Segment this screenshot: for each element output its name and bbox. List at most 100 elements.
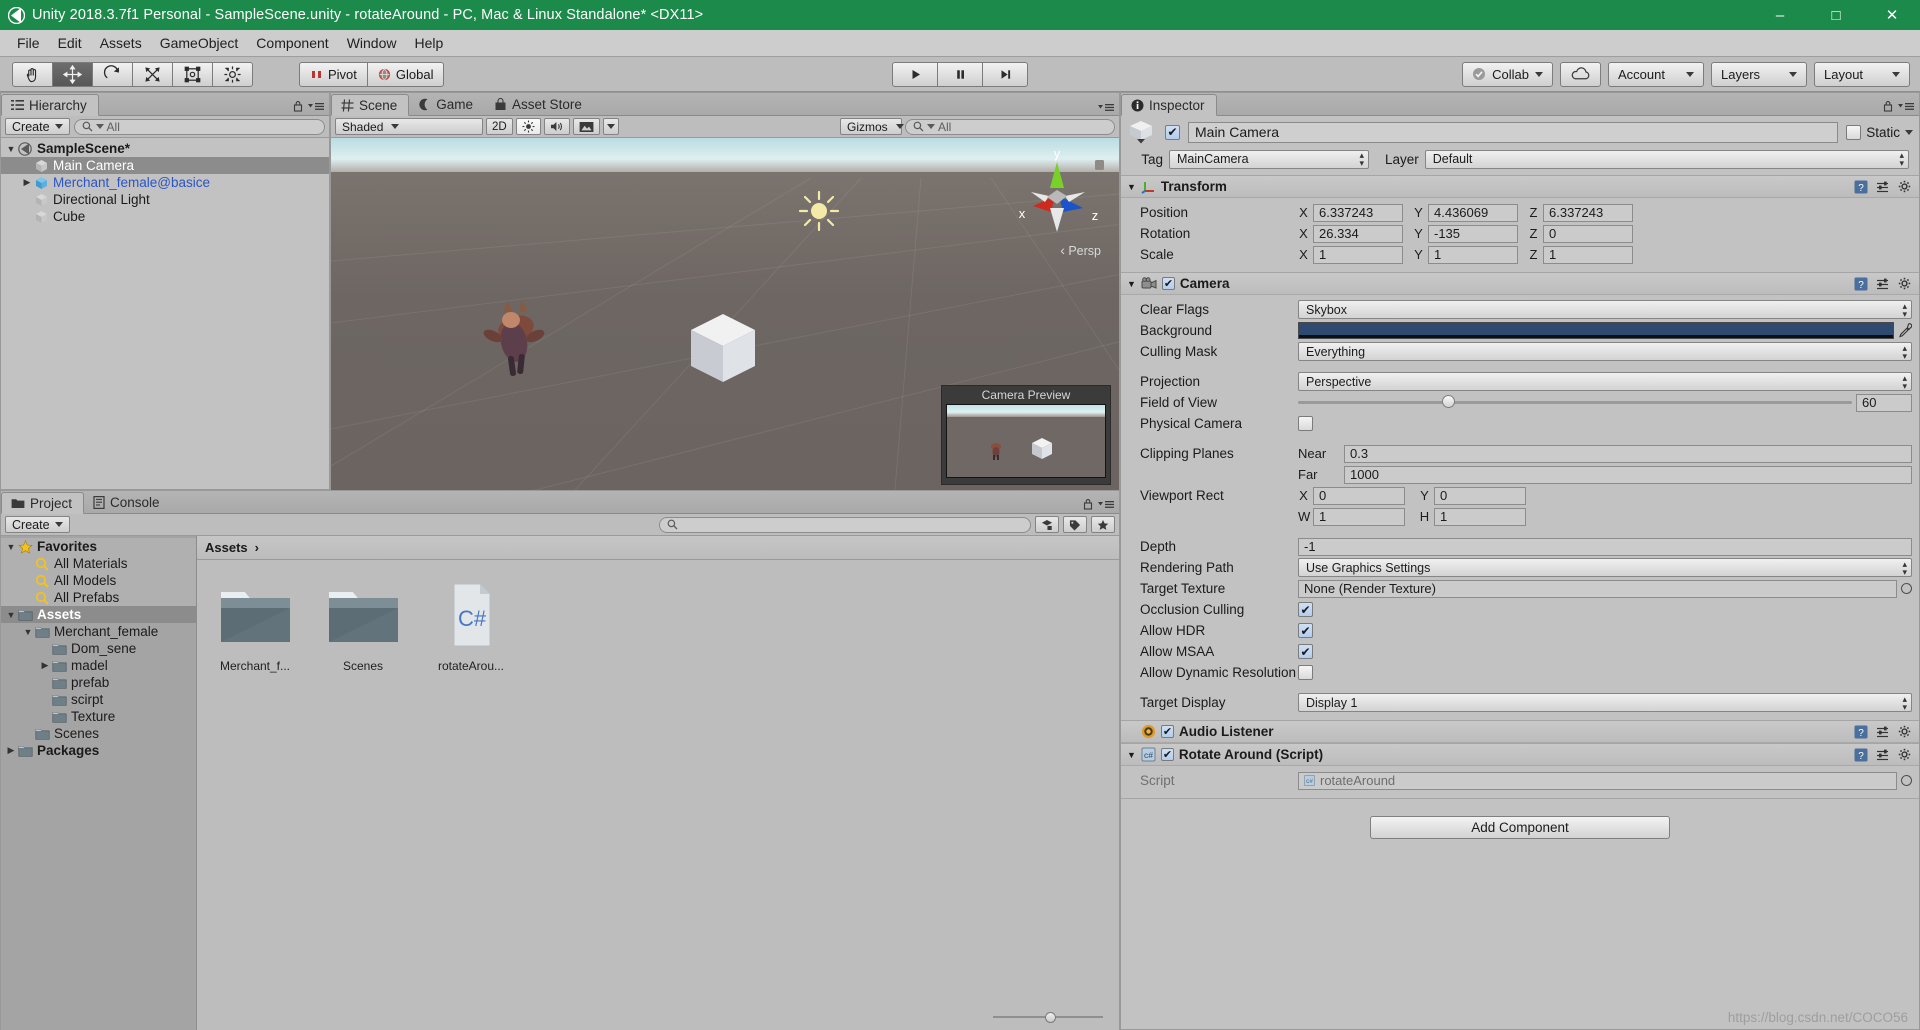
tab-scene[interactable]: Scene (331, 94, 410, 116)
script-enabled-checkbox[interactable]: ✔ (1160, 748, 1174, 761)
menu-component[interactable]: Component (247, 32, 337, 54)
fov-slider-knob[interactable] (1441, 395, 1455, 408)
tree-item-main-camera[interactable]: ▶Main Camera (1, 157, 329, 174)
preset-icon[interactable] (1876, 725, 1890, 739)
panel-menu-icon[interactable] (308, 101, 324, 111)
panel-menu-icon[interactable] (1098, 102, 1114, 112)
preset-icon[interactable] (1876, 180, 1890, 194)
script-object-field[interactable]: c# rotateAround (1298, 771, 1897, 790)
scene-projection-label[interactable]: ‹ Persp (1060, 242, 1101, 258)
tab-console[interactable]: Console (84, 491, 172, 513)
step-button[interactable] (982, 61, 1028, 87)
gear-icon[interactable] (1898, 180, 1912, 194)
project-zoom-slider[interactable] (993, 1011, 1103, 1023)
layers-button[interactable]: Layers (1711, 61, 1807, 87)
help-icon[interactable]: ? (1854, 748, 1868, 762)
gameobject-name-field[interactable]: Main Camera (1188, 121, 1839, 143)
audio-listener-header[interactable]: ✔ Audio Listener ? (1121, 721, 1919, 743)
target-texture-picker-icon[interactable] (1901, 583, 1912, 594)
tree-item-merchant-female-basice[interactable]: ▶ Merchant_female@basice (1, 174, 329, 191)
filter-by-label-button[interactable] (1063, 516, 1087, 533)
foldout-closed-icon[interactable]: ▶ (5, 745, 17, 756)
foldout-closed-icon[interactable]: ▶ (21, 177, 33, 188)
filter-by-type-button[interactable] (1035, 516, 1059, 533)
global-toggle-button[interactable]: Global (366, 61, 445, 87)
scene-lighting-button[interactable] (515, 118, 541, 135)
help-icon[interactable]: ? (1854, 725, 1868, 739)
script-picker-icon[interactable] (1901, 775, 1912, 786)
tab-hierarchy[interactable]: Hierarchy (1, 94, 99, 116)
tree-item-packages[interactable]: ▶ Packages (1, 742, 196, 759)
scale-tool-button[interactable] (132, 61, 173, 87)
menu-assets[interactable]: Assets (91, 32, 151, 54)
cube-object[interactable] (687, 310, 759, 390)
foldout-open-icon[interactable]: ▼ (5, 542, 17, 552)
breadcrumb-assets[interactable]: Assets (205, 540, 248, 555)
transform-scale-y-field[interactable]: 1 (1428, 245, 1518, 264)
gear-icon[interactable] (1898, 748, 1912, 762)
foldout-open-icon[interactable]: ▼ (5, 144, 17, 154)
transform-scale-x-field[interactable]: 1 (1313, 245, 1403, 264)
cloud-button[interactable] (1560, 61, 1601, 87)
depth-field[interactable]: -1 (1298, 537, 1912, 556)
project-search-input[interactable] (659, 516, 1031, 533)
tab-asset-store[interactable]: Asset Store (485, 93, 594, 115)
viewport-w-field[interactable]: 1 (1313, 507, 1405, 526)
play-button[interactable] (892, 61, 938, 87)
asset-item[interactable]: Merchant_f... (217, 582, 293, 673)
near-field[interactable]: 0.3 (1344, 444, 1912, 463)
target-texture-field[interactable]: None (Render Texture) (1298, 579, 1897, 598)
viewport-y-field[interactable]: 0 (1434, 486, 1526, 505)
move-tool-button[interactable] (52, 61, 93, 87)
2d-toggle-button[interactable]: 2D (486, 118, 513, 135)
pivot-toggle-button[interactable]: Pivot (299, 61, 368, 87)
layout-button[interactable]: Layout (1814, 61, 1910, 87)
help-icon[interactable]: ? (1854, 277, 1868, 291)
culling-mask-dropdown[interactable]: Everything ▴ ▾ (1298, 342, 1912, 361)
hand-tool-button[interactable] (12, 61, 53, 87)
foldout-open-icon[interactable]: ▼ (5, 610, 17, 620)
scene-orientation-gizmo[interactable]: y x z (1003, 144, 1111, 254)
allow-msaa-checkbox[interactable]: ✔ (1298, 644, 1313, 659)
viewport-x-field[interactable]: 0 (1313, 486, 1405, 505)
tree-item-directional-light[interactable]: ▶Directional Light (1, 191, 329, 208)
menu-gameobject[interactable]: GameObject (151, 32, 248, 54)
tree-item-merchant-female[interactable]: ▼ Merchant_female (1, 623, 196, 640)
rotate-tool-button[interactable] (92, 61, 133, 87)
preset-icon[interactable] (1876, 748, 1890, 762)
static-checkbox[interactable] (1846, 124, 1862, 140)
menu-edit[interactable]: Edit (49, 32, 91, 54)
tree-item-madel[interactable]: ▶ madel (1, 657, 196, 674)
tree-item-samplescene[interactable]: ▼ SampleScene* (1, 140, 329, 157)
maximize-button[interactable]: □ (1808, 0, 1864, 30)
transform-tool-button[interactable] (212, 61, 253, 87)
script-foldout-icon[interactable]: ▼ (1127, 750, 1136, 760)
transform-component-header[interactable]: ▼ Transform ? (1121, 176, 1919, 198)
foldout-open-icon[interactable]: ▼ (22, 627, 34, 637)
lock-icon[interactable] (1083, 498, 1093, 510)
physical-camera-checkbox[interactable] (1298, 416, 1313, 431)
menu-help[interactable]: Help (405, 32, 452, 54)
collab-button[interactable]: Collab (1462, 61, 1553, 87)
scene-fx-button[interactable] (572, 118, 600, 135)
layer-dropdown[interactable]: Default ▴ ▾ (1424, 149, 1909, 169)
panel-menu-icon[interactable] (1098, 499, 1114, 509)
fov-slider[interactable] (1298, 395, 1852, 408)
tree-item-favorites[interactable]: ▼ Favorites (1, 538, 196, 555)
fov-value-field[interactable]: 60 (1856, 393, 1912, 412)
tree-item-all-materials[interactable]: ▶All Materials (1, 555, 196, 572)
foldout-closed-icon[interactable]: ▶ (39, 660, 51, 671)
scene-search-input[interactable]: All (905, 118, 1115, 135)
scene-audio-button[interactable] (543, 118, 570, 135)
rotate-around-header[interactable]: ▼ c# ✔ Rotate Around (Script) ? (1121, 744, 1919, 766)
eyedropper-icon[interactable] (1898, 323, 1912, 338)
clear-flags-dropdown[interactable]: Skybox ▴ ▾ (1298, 300, 1912, 319)
tree-item-scirpt[interactable]: ▶scirpt (1, 691, 196, 708)
hierarchy-create-button[interactable]: Create (5, 118, 70, 135)
close-button[interactable]: ✕ (1864, 0, 1920, 30)
transform-foldout-icon[interactable]: ▼ (1127, 182, 1136, 192)
background-color-field[interactable] (1298, 322, 1894, 339)
gear-icon[interactable] (1898, 725, 1912, 739)
zoom-slider-knob[interactable] (1045, 1011, 1056, 1023)
favorites-filter-button[interactable] (1091, 516, 1115, 533)
